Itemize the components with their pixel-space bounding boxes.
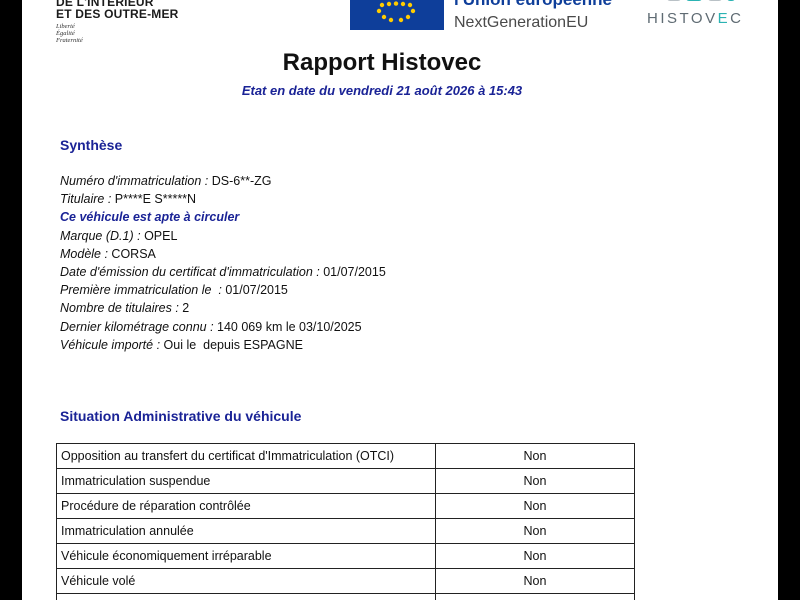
row-vehicule-importe: Véhicule importé : Oui le depuis ESPAGNE (60, 336, 660, 354)
row-label: Marque (D.1) : (60, 228, 145, 243)
row-label: Titulaire : (60, 192, 115, 207)
motto-liberte: Liberté (56, 23, 75, 30)
eu-funding-text: l'Union européenne NextGenerationEU (454, 0, 654, 33)
row-value: OPEL (144, 228, 178, 243)
row-value: 140 069 km le 03/10/2025 (217, 319, 362, 334)
row-label: Numéro d'immatriculation : (60, 174, 212, 188)
synthese-heading: Synthèse (60, 137, 123, 153)
report-date: Etat en date du vendredi 21 août 2026 à … (241, 83, 523, 98)
situation-table: Opposition au transfert du certificat d'… (56, 443, 635, 600)
table-row (56, 593, 635, 600)
table-cell-label: Immatriculation suspendue (56, 468, 436, 494)
row-label: Nombre de titulaires : (60, 301, 183, 316)
row-label: Dernier kilométrage connu : (60, 319, 218, 334)
table-cell-value: Non (435, 443, 635, 469)
table-row: Véhicule volé Non (56, 568, 635, 594)
histovec-logo-text: HISTOVEC (647, 10, 743, 27)
table-cell-label: Procédure de réparation contrôlée (56, 493, 436, 519)
logo-text-post: C (730, 10, 744, 27)
table-cell-value: Non (435, 468, 635, 494)
row-immatriculation: Numéro d'immatriculation : DS-6**-ZG (60, 172, 660, 190)
row-value: DS-6**-ZG (211, 174, 272, 188)
table-row: Immatriculation annulée Non (56, 518, 635, 544)
row-value: 01/07/2015 (323, 265, 386, 280)
row-kilometrage: Dernier kilométrage connu : 140 069 km l… (60, 318, 660, 336)
motto-egalite: Égalité (56, 30, 75, 37)
logo-text-pre: HISTOV (647, 10, 718, 27)
table-cell-label: Véhicule économiquement irréparable (56, 543, 436, 569)
table-cell-label: Immatriculation annulée (56, 518, 436, 544)
table-cell-value: Non (435, 568, 635, 594)
row-titulaire: Titulaire : P****E S*****N (60, 190, 660, 208)
row-apte-circuler: Ce véhicule est apte à circuler (60, 208, 660, 226)
logo-text-accent: E (717, 10, 731, 27)
ministry-line-2: ET DES OUTRE-MER (56, 7, 179, 21)
table-row: Véhicule économiquement irréparable Non (56, 543, 635, 569)
motto: Liberté Égalité Fraternité (56, 23, 256, 44)
row-date-emission: Date d'émission du certificat d'immatric… (60, 263, 660, 281)
table-cell-label: Véhicule volé (56, 568, 436, 594)
table-row: Procédure de réparation contrôlée Non (56, 493, 635, 519)
eu-line-2: NextGenerationEU (454, 14, 589, 31)
table-cell-value: Non (435, 543, 635, 569)
eu-flag-icon (350, 0, 444, 30)
table-cell-value: Non (435, 493, 635, 519)
document-page: DE L'INTÉRIEUR ET DES OUTRE-MER Liberté … (22, 0, 778, 600)
row-label: Modèle : (60, 246, 112, 261)
ministry-block: DE L'INTÉRIEUR ET DES OUTRE-MER Liberté … (56, 0, 256, 44)
table-cell-value (435, 593, 635, 600)
row-value: Ce véhicule est apte à circuler (60, 210, 240, 225)
synthese-list: Numéro d'immatriculation : DS-6**-ZG Tit… (60, 172, 660, 354)
row-label: Date d'émission du certificat d'immatric… (60, 265, 324, 280)
row-value: 2 (182, 301, 190, 316)
row-value: Oui le depuis ESPAGNE (163, 337, 303, 352)
row-modele: Modèle : CORSA (60, 245, 660, 263)
table-row: Opposition au transfert du certificat d'… (56, 443, 635, 469)
row-nombre-titulaires: Nombre de titulaires : 2 (60, 299, 660, 317)
row-label: Première immatriculation le : (60, 283, 226, 298)
row-value: P****E S*****N (114, 192, 197, 207)
row-label: Véhicule importé : (60, 337, 164, 352)
table-cell-label: Opposition au transfert du certificat d'… (56, 443, 436, 469)
table-row: Immatriculation suspendue Non (56, 468, 635, 494)
situation-heading: Situation Administrative du véhicule (60, 408, 302, 424)
row-value: 01/07/2015 (225, 283, 288, 298)
row-marque: Marque (D.1) : OPEL (60, 227, 660, 245)
row-value: CORSA (111, 246, 156, 261)
report-title: Rapport Histovec (282, 49, 482, 76)
motto-fraternite: Fraternité (56, 37, 83, 44)
table-cell-label (56, 593, 436, 600)
table-cell-value: Non (435, 518, 635, 544)
row-premiere-immatriculation: Première immatriculation le : 01/07/2015 (60, 281, 660, 299)
eu-line-1: l'Union européenne (454, 0, 654, 10)
